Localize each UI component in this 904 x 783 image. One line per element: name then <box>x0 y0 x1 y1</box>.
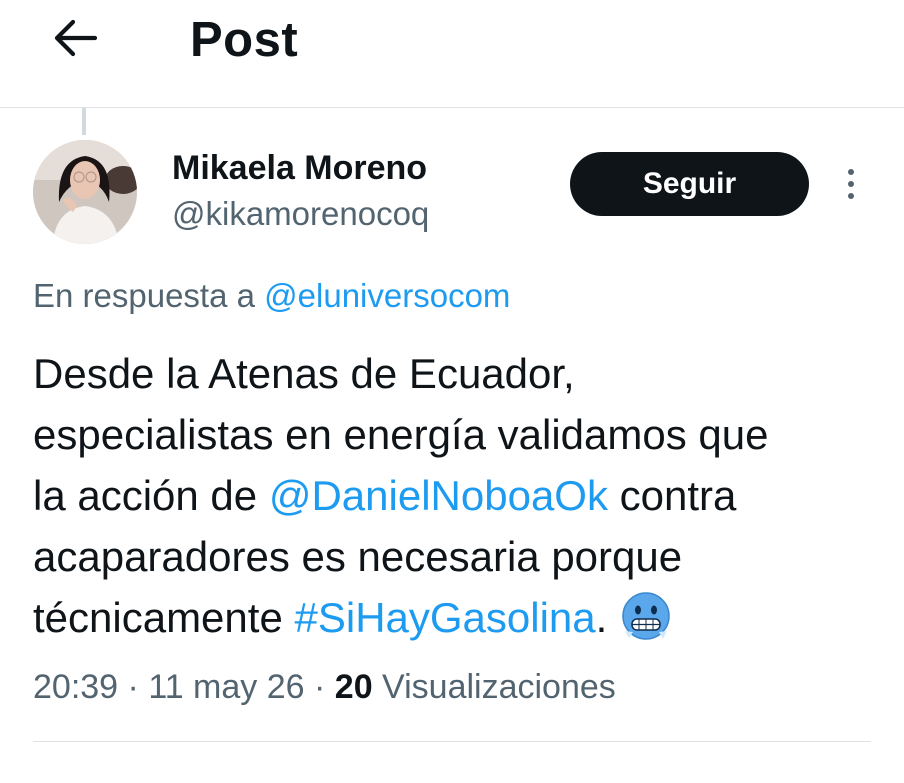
back-button[interactable] <box>44 10 104 66</box>
top-bar: Post <box>0 0 904 108</box>
author-handle[interactable]: @kikamorenocoq <box>172 194 429 234</box>
mention-link[interactable]: @DanielNoboaOk <box>269 472 608 519</box>
cold-face-emoji-icon <box>622 592 671 640</box>
tweet-text: Desde la Atenas de Ecuador, especialista… <box>33 343 883 648</box>
meta-separator: · <box>304 668 335 706</box>
hashtag-link[interactable]: #SiHayGasolina <box>294 594 595 641</box>
more-vertical-icon <box>848 169 854 175</box>
arrow-left-icon <box>54 19 97 57</box>
avatar[interactable] <box>33 140 137 244</box>
reply-mention-link[interactable]: @eluniversocom <box>264 277 510 314</box>
tweet-line: Desde la Atenas de Ecuador, <box>33 350 575 397</box>
profile-photo <box>33 140 137 244</box>
tweet-date[interactable]: 11 may 26 <box>148 668 304 706</box>
views-label[interactable]: Visualizaciones <box>373 668 616 706</box>
tweet-text-segment: la acción de <box>33 472 269 519</box>
tweet-line: la acción de @DanielNoboaOk contra <box>33 465 883 526</box>
divider <box>33 741 871 742</box>
more-vertical-icon-dot <box>848 181 854 187</box>
tweet-line: acaparadores es necesaria porque <box>33 533 683 580</box>
page-title: Post <box>190 13 299 67</box>
more-vertical-icon-dot <box>848 193 854 199</box>
tweet-text-segment: técnicamente <box>33 594 295 641</box>
meta-separator: · <box>118 668 149 706</box>
tweet-meta: 20:39 · 11 may 26 · 20 Visualizaciones <box>33 665 616 709</box>
more-options-button[interactable] <box>834 164 868 204</box>
thread-connector-line <box>82 108 86 135</box>
tweet-line: especialistas en energía validamos que <box>33 411 769 458</box>
author-display-name[interactable]: Mikaela Moreno <box>172 148 427 188</box>
reply-context: En respuesta a @eluniversocom <box>33 275 510 317</box>
tweet-time[interactable]: 20:39 <box>33 668 118 706</box>
tweet-text-segment: . <box>595 594 608 641</box>
views-count[interactable]: 20 <box>335 668 373 706</box>
tweet-line: técnicamente #SiHayGasolina. <box>33 587 883 648</box>
reply-context-prefix: En respuesta a <box>33 277 265 314</box>
follow-button[interactable]: Seguir <box>570 152 809 216</box>
tweet-text-segment: contra <box>607 472 737 519</box>
